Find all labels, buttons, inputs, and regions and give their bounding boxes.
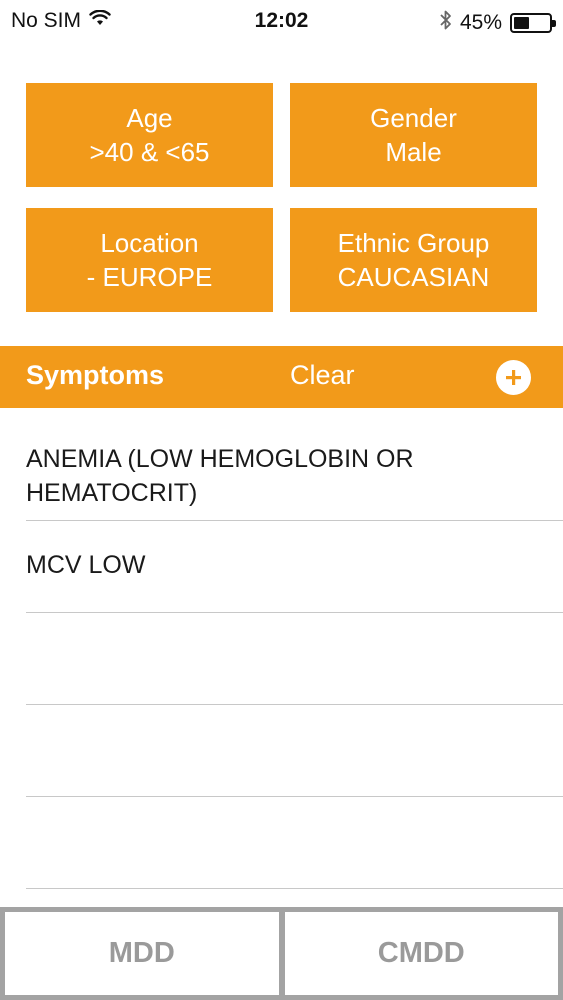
clear-button[interactable]: Clear (290, 360, 355, 391)
age-filter-button[interactable]: Age >40 & <65 (26, 83, 273, 187)
battery-percent: 45% (459, 11, 502, 34)
ethnic-group-filter-value: CAUCASIAN (337, 262, 490, 292)
add-symptom-button[interactable] (496, 360, 531, 395)
symptoms-title: Symptoms (26, 360, 165, 390)
gender-filter-value: Male (385, 137, 442, 167)
location-filter-button[interactable]: Location - EUROPE (26, 208, 273, 312)
symptoms-header: Symptoms Clear (0, 346, 563, 408)
bottom-toolbar: MDD CMDD (0, 907, 563, 1000)
status-bar: No SIM 12:02 45% (0, 0, 563, 44)
list-item[interactable]: MCV LOW (26, 521, 563, 613)
battery-icon (510, 13, 556, 33)
list-item[interactable] (26, 705, 563, 797)
list-item[interactable]: ANEMIA (LOW HEMOGLOBIN OR HEMATOCRIT) (26, 408, 563, 521)
gender-filter-button[interactable]: Gender Male (290, 83, 537, 187)
battery-tip (552, 20, 556, 27)
status-right: 45% (439, 9, 556, 37)
ethnic-group-filter-label: Ethnic Group (337, 228, 490, 258)
ethnic-group-filter-button[interactable]: Ethnic Group CAUCASIAN (290, 208, 537, 312)
list-item[interactable] (26, 797, 563, 889)
mdd-button[interactable]: MDD (5, 912, 279, 995)
location-filter-value: - EUROPE (86, 262, 213, 292)
battery-level (514, 17, 530, 29)
age-filter-label: Age (126, 103, 173, 133)
age-filter-value: >40 & <65 (89, 137, 210, 167)
gender-filter-label: Gender (370, 103, 457, 133)
symptom-text: ANEMIA (LOW HEMOGLOBIN OR HEMATOCRIT) (26, 445, 414, 507)
symptom-text: MCV LOW (26, 551, 146, 579)
symptom-list: ANEMIA (LOW HEMOGLOBIN OR HEMATOCRIT) MC… (0, 408, 563, 889)
cmdd-button[interactable]: CMDD (284, 912, 558, 995)
list-item[interactable] (26, 613, 563, 705)
location-filter-label: Location (100, 228, 199, 258)
bluetooth-icon (439, 9, 452, 37)
plus-icon (506, 370, 521, 385)
